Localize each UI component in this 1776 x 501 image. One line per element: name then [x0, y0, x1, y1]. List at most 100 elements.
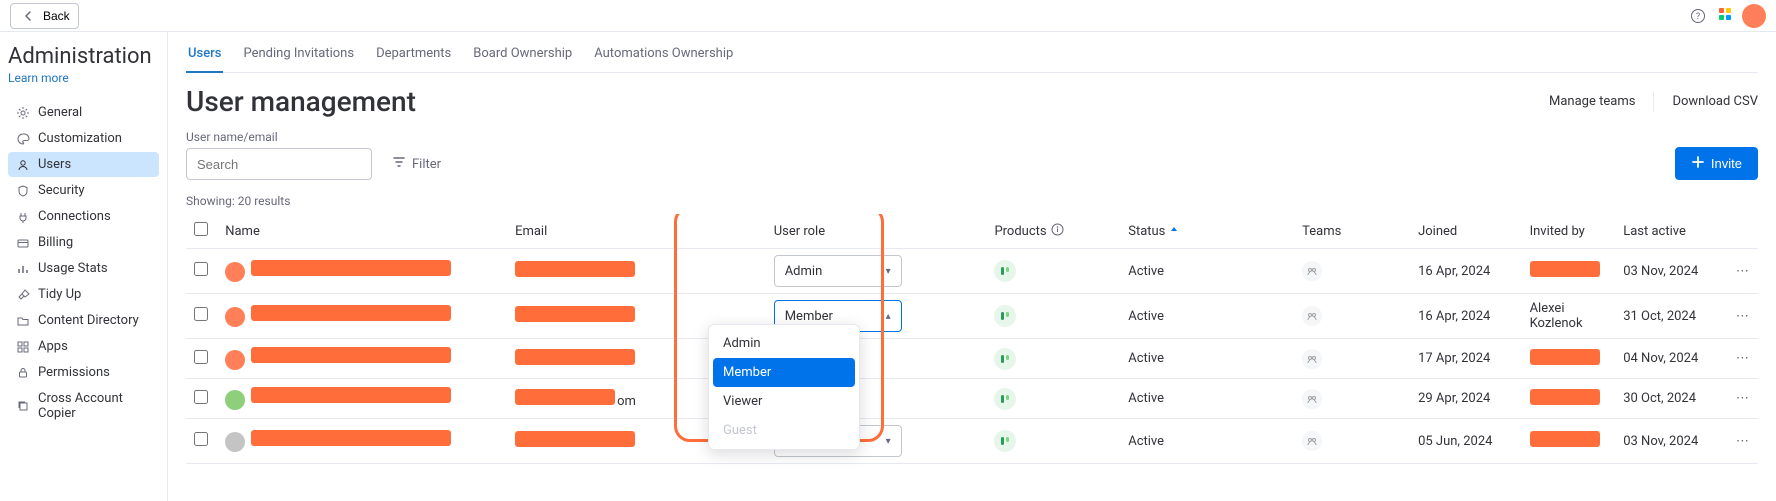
col-user-role[interactable]: User role	[766, 214, 987, 249]
sidebar-item-general[interactable]: General	[8, 100, 159, 125]
teams-icon[interactable]	[1302, 389, 1322, 409]
joined-date: 29 Apr, 2024	[1418, 391, 1490, 406]
last-active-date: 04 Nov, 2024	[1623, 351, 1698, 366]
sidebar-item-label: Cross Account Copier	[38, 391, 151, 421]
tab-pending-invitations[interactable]: Pending Invitations	[241, 36, 356, 72]
col-products[interactable]: Products	[986, 214, 1120, 249]
sidebar-item-billing[interactable]: Billing	[8, 230, 159, 255]
col-invited-by[interactable]: Invited by	[1522, 214, 1616, 249]
back-button[interactable]: Back	[10, 3, 79, 29]
product-badge[interactable]	[994, 260, 1016, 282]
redacted-name	[251, 347, 451, 363]
redacted-name	[251, 430, 451, 446]
user-avatar[interactable]	[1742, 4, 1766, 28]
search-input[interactable]	[186, 148, 372, 180]
product-badge[interactable]	[994, 388, 1016, 410]
row-menu-button[interactable]: ⋯	[1736, 351, 1749, 366]
tab-departments[interactable]: Departments	[374, 36, 453, 72]
sidebar-item-usage-stats[interactable]: Usage Stats	[8, 256, 159, 281]
col-teams[interactable]: Teams	[1294, 214, 1410, 249]
sidebar-item-tidy-up[interactable]: Tidy Up	[8, 282, 159, 307]
chevron-up-icon: ▴	[886, 311, 891, 322]
role-option-viewer[interactable]: Viewer	[713, 387, 855, 416]
invite-button[interactable]: Invite	[1675, 147, 1758, 180]
row-menu-button[interactable]: ⋯	[1736, 264, 1749, 279]
row-checkbox[interactable]	[194, 432, 208, 446]
plug-icon	[16, 210, 30, 224]
product-badge[interactable]	[994, 305, 1016, 327]
col-last-active[interactable]: Last active	[1615, 214, 1726, 249]
row-menu-button[interactable]: ⋯	[1736, 434, 1749, 449]
sidebar-item-users[interactable]: Users	[8, 152, 159, 177]
tab-users[interactable]: Users	[186, 36, 223, 73]
sidebar-item-label: Customization	[38, 131, 122, 146]
sidebar-item-cross-account-copier[interactable]: Cross Account Copier	[8, 386, 159, 426]
invited-by-value: Alexei Kozlenok	[1530, 301, 1583, 331]
sidebar-item-apps[interactable]: Apps	[8, 334, 159, 359]
sort-asc-icon[interactable]	[1169, 224, 1179, 239]
product-badge[interactable]	[994, 430, 1016, 452]
sidebar-item-connections[interactable]: Connections	[8, 204, 159, 229]
col-email[interactable]: Email	[507, 214, 766, 249]
table-row: Member▴Active16 Apr, 2024Alexei Kozlenok…	[186, 294, 1758, 339]
status-value: Active	[1128, 264, 1164, 279]
results-count: Showing: 20 results	[186, 194, 1758, 208]
sidebar-item-customization[interactable]: Customization	[8, 126, 159, 151]
teams-icon[interactable]	[1302, 261, 1322, 281]
table-row: Admin▾Active16 Apr, 202403 Nov, 2024⋯	[186, 249, 1758, 294]
teams-icon[interactable]	[1302, 306, 1322, 326]
role-select[interactable]: Admin▾	[774, 255, 902, 287]
joined-date: 17 Apr, 2024	[1418, 351, 1490, 366]
sidebar-title: Administration	[8, 44, 159, 69]
notifications-icon[interactable]	[1716, 5, 1734, 27]
sidebar-item-security[interactable]: Security	[8, 178, 159, 203]
row-checkbox[interactable]	[194, 262, 208, 276]
plus-icon	[1691, 155, 1705, 172]
last-active-date: 03 Nov, 2024	[1623, 434, 1698, 449]
sidebar-item-label: Usage Stats	[38, 261, 108, 276]
redacted-email	[515, 261, 635, 277]
filter-button[interactable]: Filter	[384, 148, 449, 180]
person-icon	[16, 158, 30, 172]
row-checkbox[interactable]	[194, 350, 208, 364]
info-icon[interactable]	[1051, 223, 1064, 240]
chevron-down-icon: ▾	[886, 436, 891, 447]
redacted-invited-by	[1530, 261, 1600, 277]
table-row: Active 17 Apr, 2024 04 Nov, 2024 ⋯	[186, 339, 1758, 379]
redacted-name	[251, 387, 451, 403]
tab-automations-ownership[interactable]: Automations Ownership	[592, 36, 735, 72]
row-menu-button[interactable]: ⋯	[1736, 391, 1749, 406]
row-checkbox[interactable]	[194, 307, 208, 321]
col-joined[interactable]: Joined	[1410, 214, 1521, 249]
status-value: Active	[1128, 351, 1164, 366]
role-option-member[interactable]: Member	[713, 358, 855, 387]
palette-icon	[16, 132, 30, 146]
chevron-down-icon: ▾	[886, 266, 891, 277]
col-name[interactable]: Name	[217, 214, 507, 249]
search-label: User name/email	[186, 130, 372, 144]
teams-icon[interactable]	[1302, 431, 1322, 451]
sidebar-item-label: General	[38, 105, 82, 120]
download-csv-button[interactable]: Download CSV	[1672, 94, 1758, 109]
row-checkbox[interactable]	[194, 390, 208, 404]
redacted-invited-by	[1530, 349, 1600, 365]
select-all-checkbox[interactable]	[194, 222, 208, 236]
filter-icon	[392, 155, 406, 173]
teams-icon[interactable]	[1302, 349, 1322, 369]
avatar	[225, 262, 245, 282]
col-status[interactable]: Status	[1120, 214, 1294, 249]
row-menu-button[interactable]: ⋯	[1736, 309, 1749, 324]
filter-label: Filter	[412, 157, 441, 172]
redacted-invited-by	[1530, 389, 1600, 405]
sidebar-item-content-directory[interactable]: Content Directory	[8, 308, 159, 333]
help-icon[interactable]: ?	[1688, 6, 1708, 26]
redacted-email	[515, 431, 635, 447]
avatar	[225, 307, 245, 327]
role-option-admin[interactable]: Admin	[713, 329, 855, 358]
learn-more-link[interactable]: Learn more	[8, 71, 69, 85]
tab-board-ownership[interactable]: Board Ownership	[471, 36, 574, 72]
status-value: Active	[1128, 391, 1164, 406]
product-badge[interactable]	[994, 348, 1016, 370]
manage-teams-button[interactable]: Manage teams	[1549, 94, 1635, 109]
sidebar-item-permissions[interactable]: Permissions	[8, 360, 159, 385]
